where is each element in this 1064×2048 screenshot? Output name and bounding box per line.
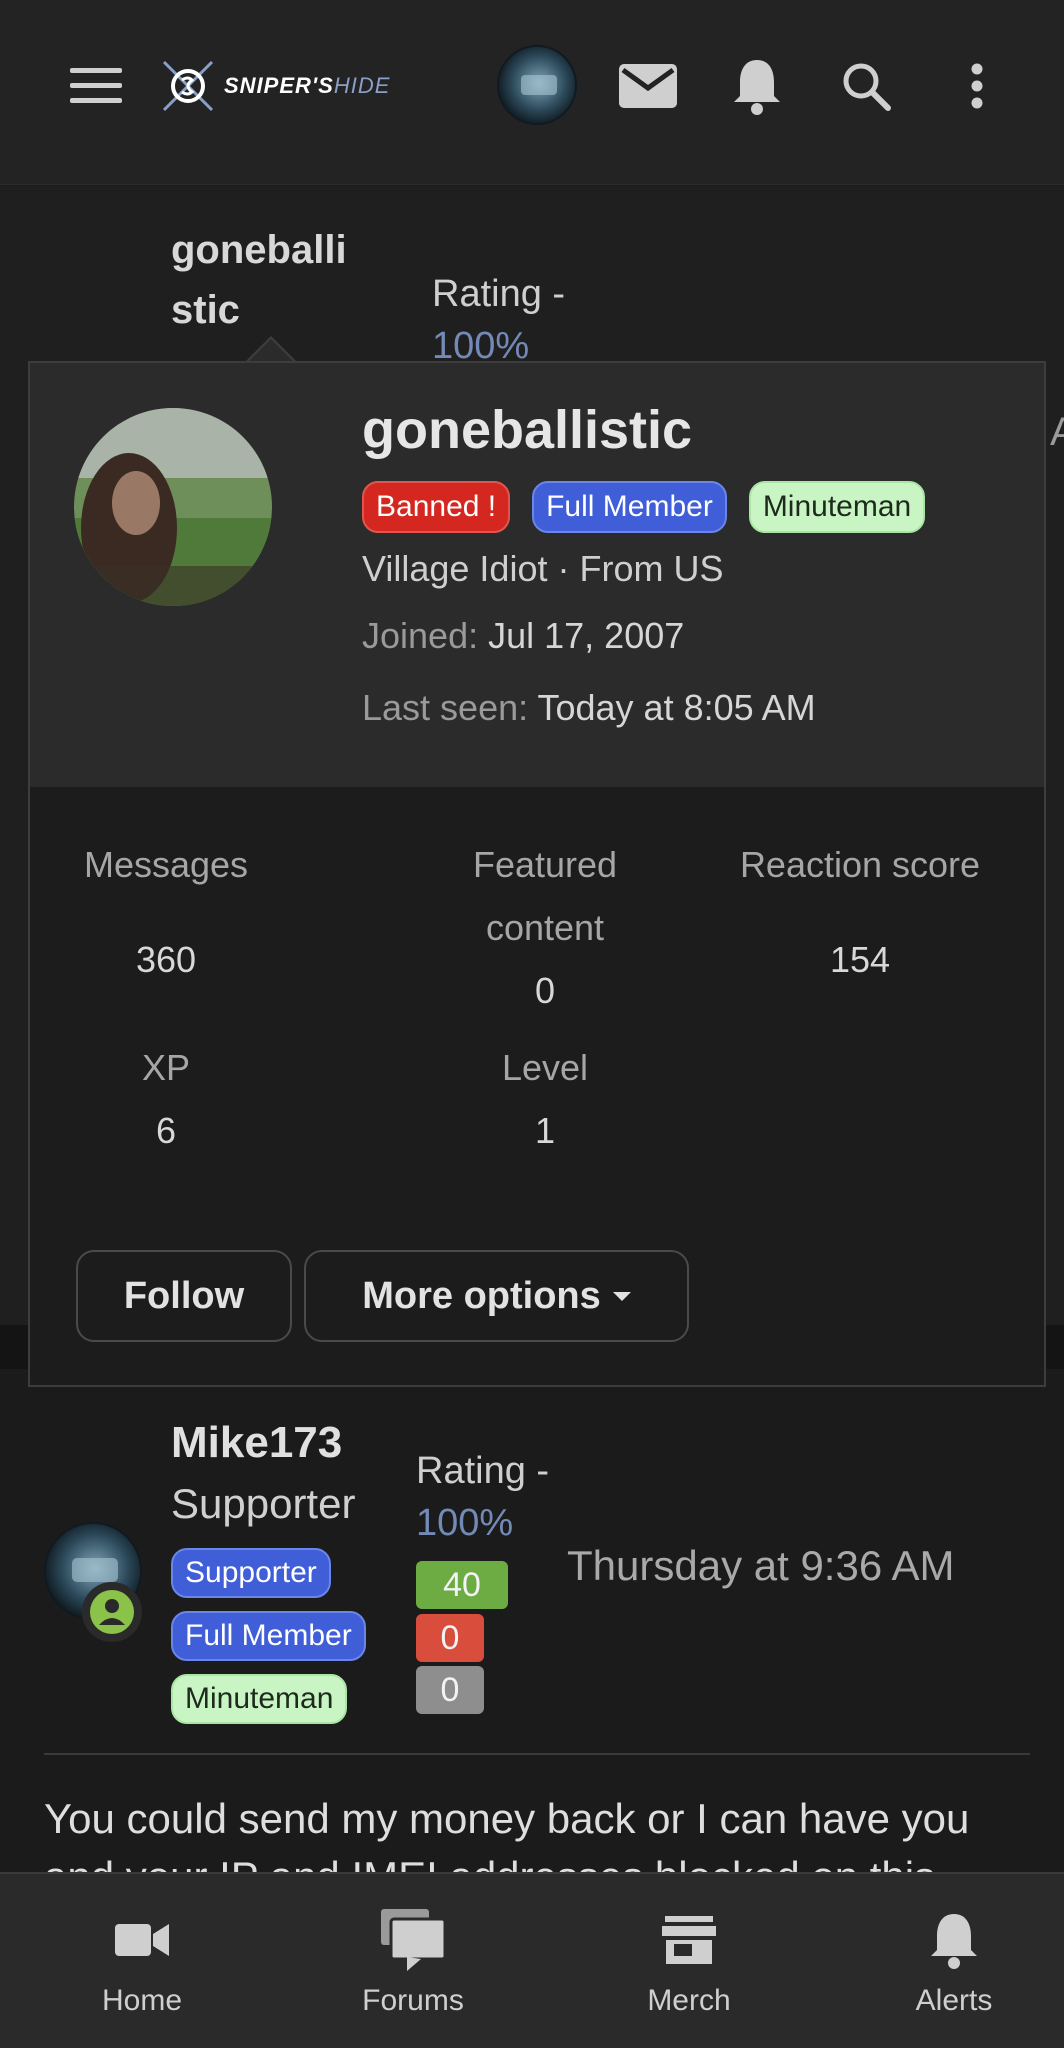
stat-level: Level 1 [445, 1036, 645, 1162]
forum-chat-icon [323, 1904, 503, 1976]
stat-featured-label-2: content [485, 907, 605, 948]
stat-level-value: 1 [534, 1110, 556, 1151]
background-username[interactable]: goneballi stic [171, 220, 347, 340]
nav-forums[interactable]: Forums [323, 1904, 503, 2018]
more-vertical-icon[interactable] [937, 46, 1017, 126]
store-icon [599, 1904, 779, 1976]
negative-score: 0 [416, 1614, 484, 1662]
account-avatar[interactable] [497, 45, 577, 125]
member-avatar[interactable] [74, 408, 272, 606]
nav-home[interactable]: Home [52, 1904, 232, 2018]
stat-messages-value: 360 [135, 939, 197, 980]
background-clipped-text: A [1050, 410, 1064, 454]
more-options-label: More options [362, 1274, 601, 1317]
last-seen-value: Today at 8:05 AM [537, 687, 816, 728]
bell-icon[interactable] [717, 46, 797, 126]
more-options-button[interactable]: More options [304, 1250, 689, 1342]
follow-button-label: Follow [123, 1274, 245, 1317]
banned-badge: Banned ! [362, 481, 511, 533]
background-username-line2: stic [171, 288, 240, 332]
stat-messages[interactable]: Messages 360 [76, 833, 256, 991]
nav-forums-label: Forums [362, 1984, 464, 2017]
stat-featured-content[interactable]: Featured content 0 [425, 833, 665, 1022]
crosshair-logo-icon [162, 60, 214, 112]
full-member-badge: Full Member [532, 481, 727, 533]
nav-alerts[interactable]: Alerts [864, 1904, 1044, 2018]
popup-arrow [245, 336, 297, 363]
last-seen-label: Last seen: [362, 687, 529, 728]
post-rating-label: Rating - [416, 1450, 550, 1492]
post-timestamp[interactable]: Thursday at 9:36 AM [567, 1542, 955, 1590]
online-status-icon [82, 1582, 142, 1642]
nav-merch-label: Merch [647, 1984, 731, 2017]
stat-reaction-value: 154 [829, 939, 891, 980]
member-last-seen: Last seen: Today at 8:05 AM [362, 687, 816, 729]
positive-score: 40 [416, 1561, 508, 1609]
logo-text: SNIPER'SHIDE [224, 73, 390, 99]
member-username[interactable]: goneballistic [362, 399, 692, 461]
stat-level-label: Level [501, 1047, 589, 1088]
member-info: Village Idiot · From US [362, 548, 724, 589]
site-logo[interactable]: SNIPER'SHIDE [160, 56, 450, 116]
stat-featured-label-1: Featured [472, 844, 618, 885]
post-author-rating: Rating - 100% [416, 1445, 549, 1549]
search-icon[interactable] [826, 46, 906, 126]
caret-down-icon [612, 1291, 631, 1301]
stat-featured-value: 0 [534, 970, 556, 1011]
minuteman-badge: Minuteman [748, 481, 926, 533]
stat-reaction-label: Reaction score [739, 844, 981, 885]
joined-value: Jul 17, 2007 [488, 615, 685, 656]
stat-xp-label: XP [141, 1047, 191, 1088]
full-member-badge: Full Member [171, 1611, 366, 1661]
bottom-nav: Home Forums Merch Alerts [0, 1872, 1064, 2048]
top-bar: SNIPER'SHIDE [0, 0, 1064, 185]
post-author-title: Supporter [171, 1480, 356, 1527]
nav-home-label: Home [101, 1984, 183, 2017]
nav-alerts-label: Alerts [915, 1984, 993, 2017]
post-author-badges: Supporter Full Member Minuteman [171, 1548, 366, 1724]
post-rating-pct: 100% [416, 1502, 514, 1544]
supporter-badge: Supporter [171, 1548, 331, 1598]
logo-accent: HIDE [333, 73, 391, 98]
logo-main: SNIPER'S [224, 73, 334, 98]
background-rating: Rating - 100% [432, 268, 565, 372]
post-author-name[interactable]: Mike173 [171, 1418, 342, 1468]
video-camera-icon [52, 1904, 232, 1976]
neutral-score: 0 [416, 1666, 484, 1714]
member-joined: Joined: Jul 17, 2007 [362, 615, 684, 657]
member-tooltip-card: goneballistic Banned ! Full Member Minut… [28, 361, 1046, 1387]
member-badges: Banned ! Full Member Minuteman [362, 481, 926, 533]
background-rating-label: Rating - [432, 273, 566, 315]
member-card-header: goneballistic Banned ! Full Member Minut… [30, 363, 1044, 787]
stat-messages-label: Messages [83, 844, 249, 885]
minuteman-badge: Minuteman [171, 1674, 348, 1724]
menu-icon[interactable] [56, 46, 136, 126]
background-username-line1: goneballi [171, 228, 347, 272]
post-divider [44, 1753, 1030, 1755]
post-body: You could send my money back or I can ha… [44, 1795, 970, 1875]
stat-reaction-score[interactable]: Reaction score 154 [710, 833, 1010, 991]
mail-icon[interactable] [608, 46, 688, 126]
stat-xp: XP 6 [76, 1036, 256, 1162]
nav-merch[interactable]: Merch [599, 1904, 779, 2018]
stat-xp-value: 6 [155, 1110, 177, 1151]
bell-icon [864, 1904, 1044, 1976]
joined-label: Joined: [362, 615, 479, 656]
follow-button[interactable]: Follow [76, 1250, 292, 1342]
